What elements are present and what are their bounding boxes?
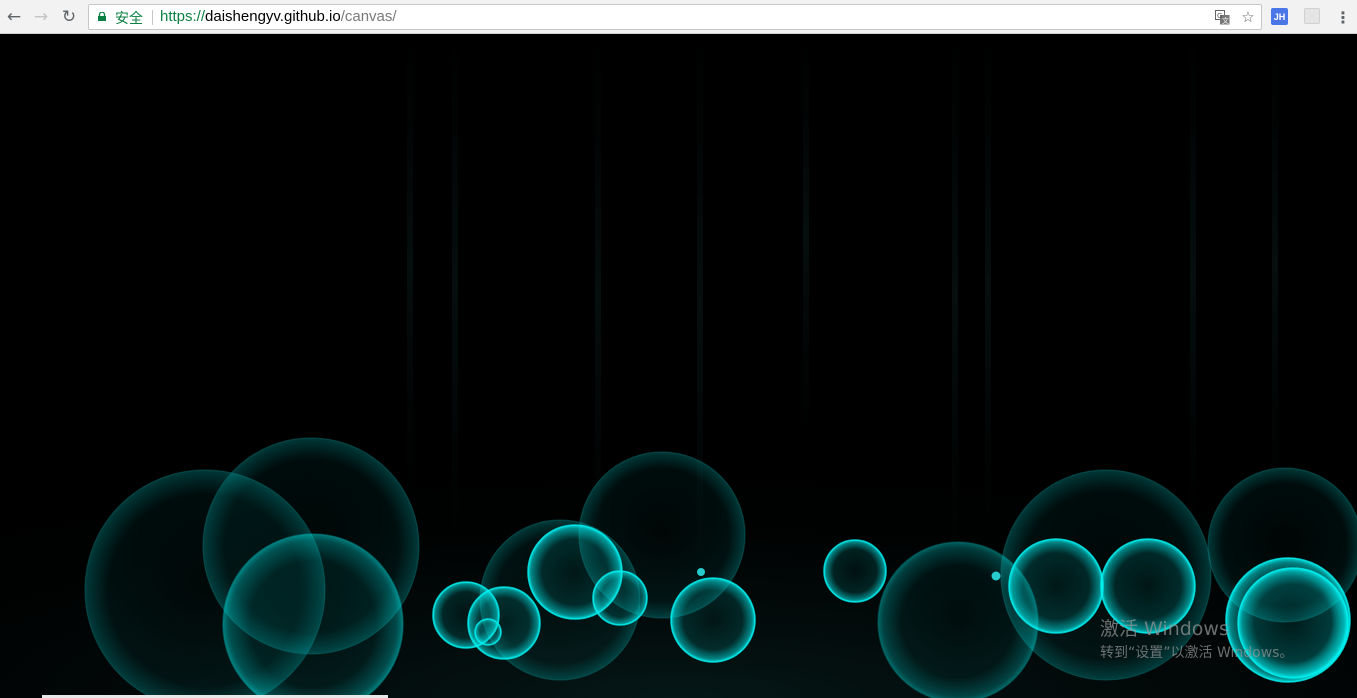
ripple-bubble <box>823 539 887 603</box>
windows-activation-watermark: 激活 Windows 转到“设置”以激活 Windows。 <box>1100 617 1293 663</box>
divider <box>152 10 153 25</box>
star-icon: ☆ <box>1241 8 1255 26</box>
watermark-title: 激活 Windows <box>1100 618 1229 640</box>
kebab-menu-icon: ⋮ <box>1335 7 1351 27</box>
streak <box>595 35 601 555</box>
ripple-bubble <box>592 570 648 626</box>
watermark-subtitle: 转到“设置”以激活 Windows。 <box>1100 645 1294 661</box>
drop-splash <box>991 571 1001 581</box>
lock-icon <box>98 12 106 21</box>
security-label: 安全 <box>115 11 143 27</box>
url-text[interactable]: https://daishengyv.github.io/canvas/ <box>160 8 397 25</box>
ripple-bubble <box>1008 538 1104 634</box>
ripple-bubble <box>670 577 756 663</box>
forward-button[interactable]: → <box>30 6 52 28</box>
streak <box>803 35 809 435</box>
reload-button[interactable]: ↻ <box>58 6 80 28</box>
streak <box>1190 35 1196 515</box>
extension-button[interactable] <box>1304 8 1320 24</box>
address-bar[interactable]: 安全 https://daishengyv.github.io/canvas/ … <box>88 4 1262 30</box>
canvas-scene <box>0 35 1357 698</box>
url-path: /canvas/ <box>340 8 397 25</box>
streak <box>452 35 458 535</box>
url-scheme: https:// <box>160 8 206 25</box>
jh-extension-button[interactable]: JH <box>1271 8 1288 25</box>
streak <box>952 35 958 555</box>
drop-splash <box>697 568 705 576</box>
translate-icon: G 文 <box>1214 9 1229 25</box>
streak <box>407 35 413 495</box>
reload-icon: ↻ <box>61 7 77 27</box>
rain-canvas[interactable]: 激活 Windows 转到“设置”以激活 Windows。 <box>0 35 1357 698</box>
svg-text:文: 文 <box>1222 16 1229 25</box>
browser-toolbar: ← → ↻ 安全 https://daishengyv.github.io/ca… <box>0 0 1357 34</box>
browser-menu-button[interactable]: ⋮ <box>1334 6 1352 28</box>
ripple-bubble <box>474 618 502 646</box>
bookmark-button[interactable]: ☆ <box>1239 8 1257 26</box>
jh-extension-icon: JH <box>1273 11 1286 22</box>
back-button[interactable]: ← <box>3 6 25 28</box>
back-arrow-icon: ← <box>6 7 22 27</box>
url-host: daishengyv.github.io <box>205 8 341 25</box>
translate-button[interactable]: G 文 <box>1213 8 1231 26</box>
streak <box>985 35 991 535</box>
forward-arrow-icon: → <box>33 7 49 27</box>
